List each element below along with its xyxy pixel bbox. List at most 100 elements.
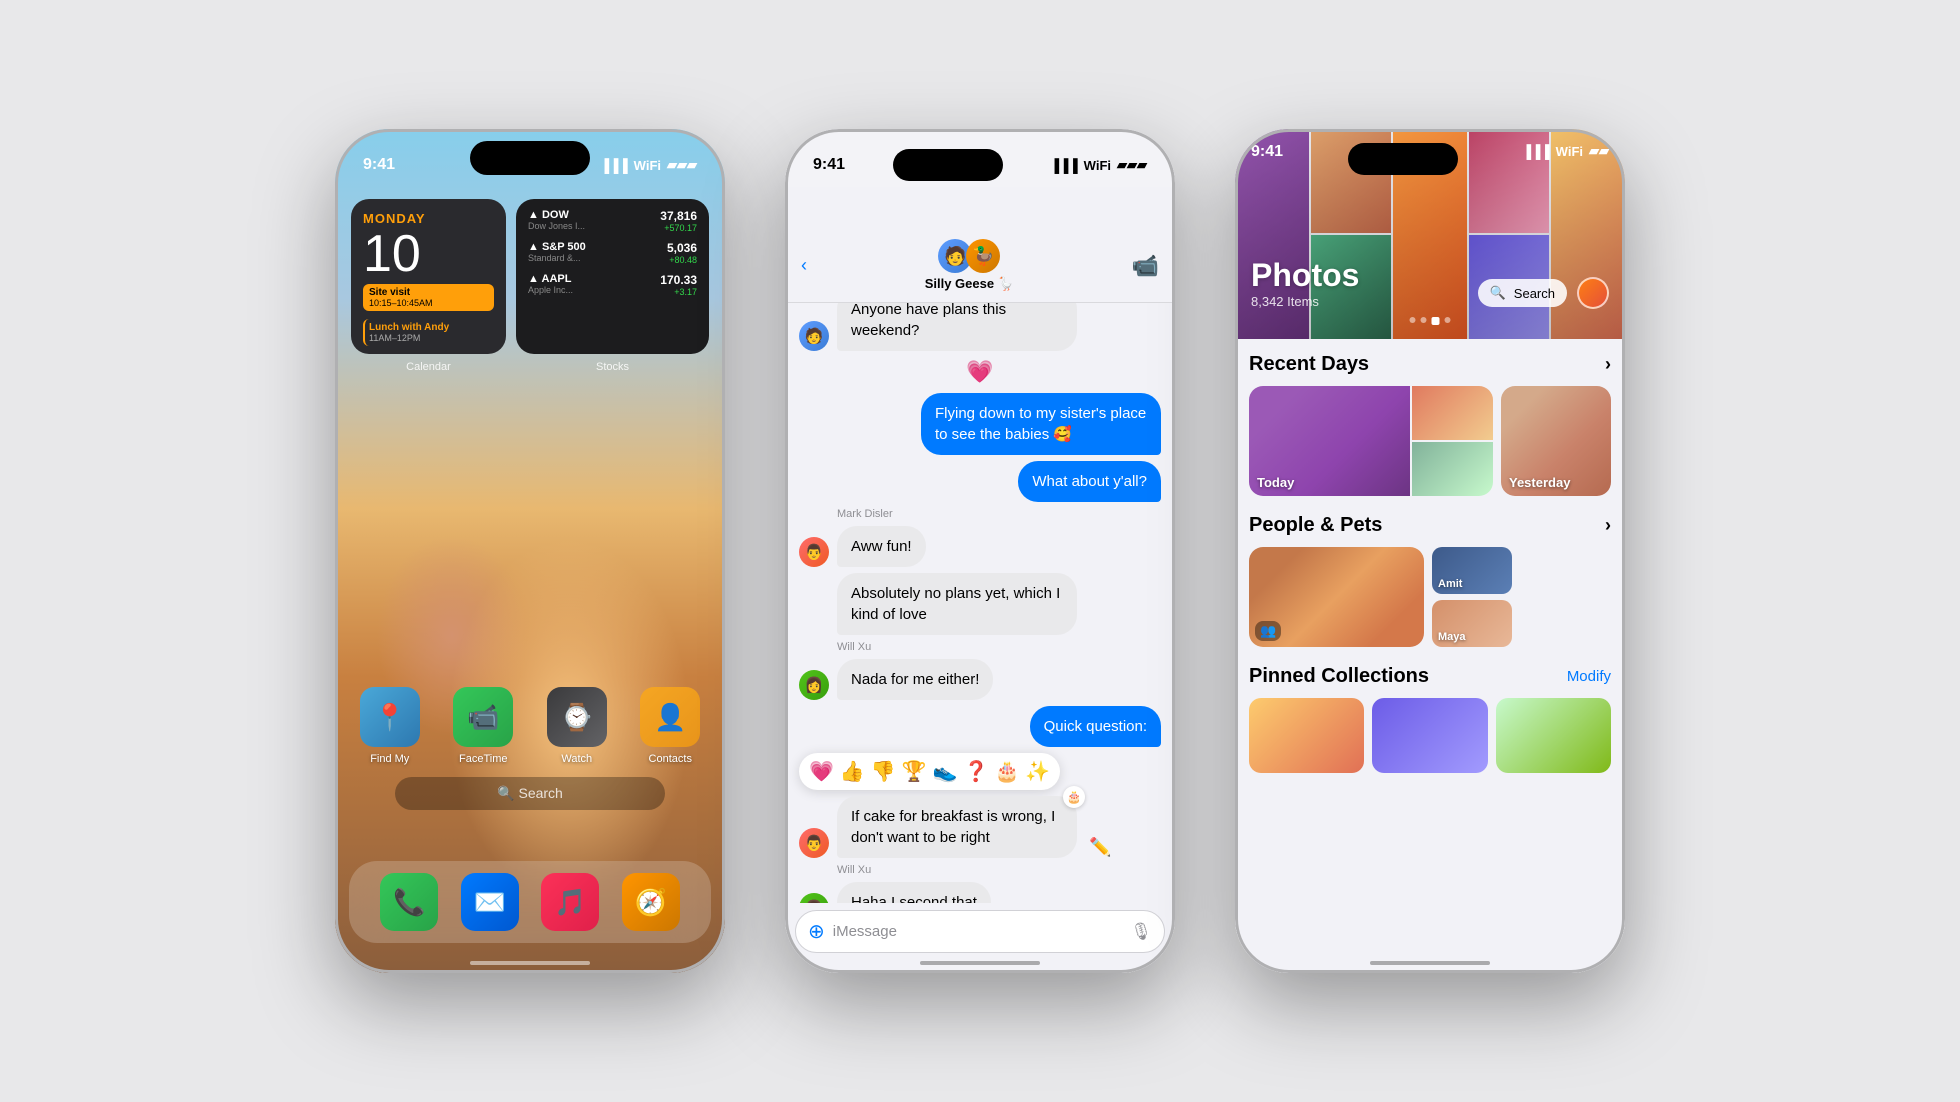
tb-thumbsdown[interactable]: 👎	[871, 759, 896, 784]
user-avatar[interactable]	[1577, 277, 1609, 309]
widgets-row: MONDAY 10 Site visit 10:15–10:45AM Lunch…	[351, 199, 709, 354]
small-people: Amit Maya	[1432, 547, 1512, 647]
tb-shoe[interactable]: 👟	[933, 759, 958, 784]
avatar-3: 👩	[799, 670, 829, 700]
stock-sp500: ▲ S&P 500 Standard &... 5,036 +80.48	[528, 241, 697, 265]
dynamic-island-1	[470, 141, 590, 175]
tapback-bar[interactable]: 💗 👍 👎 🏆 👟 ❓ 🎂 ✨	[799, 753, 1060, 790]
app-findmy[interactable]: 📍 Find My	[354, 687, 426, 765]
search-pill[interactable]: 🔍 Search	[395, 777, 665, 810]
people-chevron[interactable]: ›	[1605, 515, 1611, 536]
messages-header: ‹ 🧑 🦆 Silly Geese 🪿 📹	[785, 181, 1175, 303]
back-button[interactable]: ‹	[801, 255, 807, 276]
status-icons-2: ▐▐▐ WiFi ▰▰▰	[1050, 157, 1147, 173]
msg-bubble-7: Quick question:	[1030, 706, 1161, 747]
dock-compass[interactable]: 🧭	[622, 873, 680, 931]
sender-mark: Mark Disler	[837, 508, 1161, 520]
pinned-header: Pinned Collections Modify	[1249, 665, 1611, 688]
people-main-card[interactable]: 👥	[1249, 547, 1424, 647]
carousel-dots	[1410, 317, 1451, 325]
calendar-label: Calendar	[351, 361, 506, 373]
avatar-1: 🧑	[799, 321, 829, 351]
stocks-widget[interactable]: ▲ DOW Dow Jones I... 37,816 +570.17 ▲ S&…	[516, 199, 709, 354]
recent-days-title: Recent Days	[1249, 353, 1369, 376]
dot-2	[1421, 317, 1427, 323]
status-time-2: 9:41	[813, 156, 845, 174]
message-input-bar[interactable]: ⊕ iMessage 🎙	[795, 910, 1165, 953]
battery-icon-3: ▰▰	[1589, 143, 1609, 159]
app-contacts[interactable]: 👤 Contacts	[634, 687, 706, 765]
battery-icon: ▰▰▰	[667, 157, 697, 173]
msg-bubble-6: Nada for me either!	[837, 659, 993, 700]
compose-icon[interactable]: ✏️	[1089, 837, 1111, 858]
dock-music[interactable]: 🎵	[541, 873, 599, 931]
search-icon: 🔍	[1490, 285, 1506, 301]
msg-heart: 💗	[799, 359, 1161, 385]
cake-reaction: 🎂	[1063, 786, 1085, 808]
avatar-2: 👨	[799, 537, 829, 567]
phone1: 9:41 ▐▐▐ WiFi ▰▰▰ MONDAY 10 Site visit 1…	[335, 129, 725, 973]
msg-6: 👩 Nada for me either!	[799, 659, 1161, 700]
phone3: 9:41 ▐▐▐ WiFi ▰▰ Photos 8,342 Items	[1235, 129, 1625, 973]
dot-1	[1410, 317, 1416, 323]
maya-card[interactable]: Maya	[1432, 600, 1512, 647]
photos-search-button[interactable]: 🔍 🔍 Search Search	[1478, 279, 1567, 307]
yesterday-card[interactable]: Yesterday	[1501, 386, 1611, 496]
msg-8: 👨 If cake for breakfast is wrong, I don'…	[799, 796, 1161, 858]
pinned-2[interactable]	[1372, 698, 1487, 773]
tb-trophy[interactable]: 🏆	[902, 759, 927, 784]
pinned-1[interactable]	[1249, 698, 1364, 773]
msg-bubble-3: What about y'all?	[1018, 461, 1161, 502]
today-card[interactable]: Today	[1249, 386, 1493, 496]
msg-bubble-5: Absolutely no plans yet, which I kind of…	[837, 573, 1077, 635]
facetime-icon: 📹	[453, 687, 513, 747]
imessage-placeholder[interactable]: iMessage	[833, 923, 1123, 940]
add-attachment-icon[interactable]: ⊕	[808, 919, 825, 944]
modify-button[interactable]: Modify	[1567, 668, 1611, 685]
photos-item-count: 8,342 Items	[1251, 294, 1359, 309]
tb-question[interactable]: ❓	[964, 759, 989, 784]
msg-9: 👩 Haha I second that 👟	[799, 882, 1161, 903]
facetime-label: FaceTime	[459, 753, 508, 765]
status-bar-phone2: 9:41 ▐▐▐ WiFi ▰▰▰	[785, 129, 1175, 187]
cal-event-2: Lunch with Andy 11AM–12PM	[363, 319, 494, 346]
sender-will: Will Xu	[837, 641, 1161, 653]
recent-days-chevron[interactable]: ›	[1605, 354, 1611, 375]
signal-icon-3: ▐▐▐	[1522, 144, 1550, 159]
tb-sparkle[interactable]: ✨	[1025, 759, 1050, 784]
group-avatar-2: 🦆	[966, 239, 1000, 273]
app-facetime[interactable]: 📹 FaceTime	[447, 687, 519, 765]
msg-bubble-8: If cake for breakfast is wrong, I don't …	[837, 796, 1077, 858]
wifi-icon-3: WiFi	[1556, 144, 1583, 159]
group-name: Silly Geese 🪿	[925, 276, 1014, 292]
amit-card[interactable]: Amit	[1432, 547, 1512, 594]
video-call-icon[interactable]: 📹	[1132, 253, 1159, 279]
people-icon: 👥	[1255, 621, 1281, 641]
recent-days-header: Recent Days ›	[1249, 353, 1611, 376]
findmy-icon: 📍	[360, 687, 420, 747]
pinned-3[interactable]	[1496, 698, 1611, 773]
status-time-3: 9:41	[1251, 143, 1283, 161]
dot-grid-active	[1432, 317, 1440, 325]
app-watch[interactable]: ⌚ Watch	[541, 687, 613, 765]
tb-thumbsup[interactable]: 👍	[840, 759, 865, 784]
group-info[interactable]: 🧑 🦆 Silly Geese 🪿	[925, 239, 1014, 292]
wifi-icon: WiFi	[634, 158, 661, 173]
search-label: 🔍 Search	[497, 785, 563, 802]
messages-body: 🧑 Anyone have plans this weekend? 💗 Flyi…	[785, 277, 1175, 903]
home-indicator-3	[1370, 961, 1490, 965]
tb-heart[interactable]: 💗	[809, 759, 834, 784]
dock-mail[interactable]: ✉️	[461, 873, 519, 931]
sender-will-2: Will Xu	[837, 864, 1161, 876]
stock-dow: ▲ DOW Dow Jones I... 37,816 +570.17	[528, 209, 697, 233]
avatar-4: 👨	[799, 828, 829, 858]
dock-phone[interactable]: 📞	[380, 873, 438, 931]
wifi-icon-2: WiFi	[1084, 158, 1111, 173]
msg-5: Absolutely no plans yet, which I kind of…	[799, 573, 1161, 635]
tb-cake[interactable]: 🎂	[994, 759, 1019, 784]
people-pets-header: People & Pets ›	[1249, 514, 1611, 537]
calendar-widget[interactable]: MONDAY 10 Site visit 10:15–10:45AM Lunch…	[351, 199, 506, 354]
watch-label: Watch	[561, 753, 592, 765]
phone2: 9:41 ▐▐▐ WiFi ▰▰▰ ‹ 🧑 🦆 Silly Geese 🪿	[785, 129, 1175, 973]
mic-icon[interactable]: 🎙	[1130, 922, 1152, 942]
